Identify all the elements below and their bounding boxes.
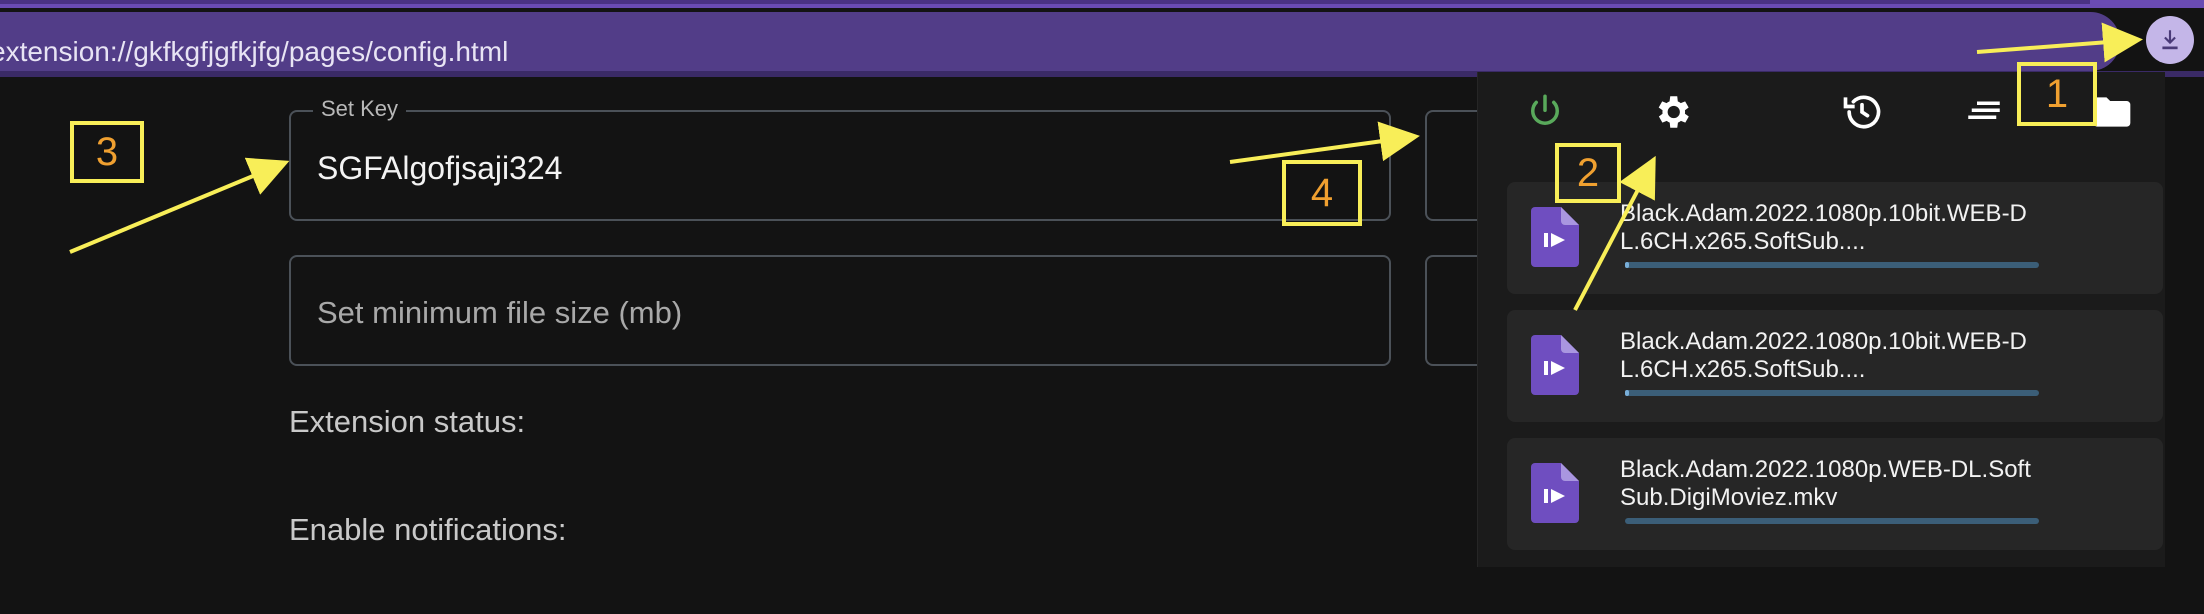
power-button[interactable]: [1521, 88, 1569, 136]
settings-button[interactable]: [1648, 88, 1696, 136]
download-filename: Black.Adam.2022.1080p.10bit.WEB-DL.6CH.x…: [1620, 200, 2027, 255]
secondary-field-bottom[interactable]: [1425, 255, 1485, 366]
download-button[interactable]: [2146, 16, 2194, 64]
download-progress-fill: [1625, 262, 1629, 268]
download-progress: [1625, 262, 2039, 268]
set-key-label: Set Key: [313, 96, 407, 122]
url-text[interactable]: extension://gkfkgfjgfkjfg/pages/config.h…: [0, 36, 508, 68]
download-filename: Black.Adam.2022.1080p.WEB-DL.SoftSub.Dig…: [1620, 456, 2031, 511]
download-icon: [2162, 30, 2178, 50]
list-icon: [1968, 101, 2000, 119]
set-key-input[interactable]: SGFAlgofjsaji324: [317, 150, 562, 187]
download-item[interactable]: Black.Adam.2022.1080p.10bit.WEB-DL.6CH.x…: [1507, 310, 2163, 422]
extension-status-label: Extension status:: [289, 404, 526, 439]
min-file-size-input[interactable]: Set minimum file size (mb): [317, 295, 682, 331]
annotation-callout-2: 2: [1555, 143, 1621, 203]
history-button[interactable]: [1838, 88, 1886, 136]
list-button[interactable]: [1960, 88, 2008, 136]
set-key-field[interactable]: Set Key SGFAlgofjsaji324: [289, 96, 1391, 221]
annotation-callout-3: 3: [70, 121, 144, 183]
notifications-label: Enable notifications:: [289, 512, 567, 547]
gear-icon: [1658, 96, 1689, 128]
address-bar[interactable]: extension://gkfkgfjgfkjfg/pages/config.h…: [0, 12, 2120, 71]
secondary-field-top[interactable]: [1425, 110, 1485, 221]
min-file-size-field[interactable]: Set minimum file size (mb): [289, 255, 1391, 366]
download-item[interactable]: Black.Adam.2022.1080p.WEB-DL.SoftSub.Dig…: [1507, 438, 2163, 550]
download-filename: Black.Adam.2022.1080p.10bit.WEB-DL.6CH.x…: [1620, 328, 2027, 383]
video-file-icon: [1531, 335, 1579, 395]
power-icon: [1531, 94, 1559, 125]
download-progress: [1625, 518, 2039, 524]
tab-strip: [0, 0, 2090, 4]
annotation-callout-4: 4: [1282, 160, 1362, 226]
annotation-callout-1: 1: [2017, 62, 2097, 126]
video-file-icon: [1531, 463, 1579, 523]
download-progress: [1625, 390, 2039, 396]
download-progress-fill: [1625, 390, 1629, 396]
history-icon: [1843, 95, 1881, 129]
video-file-icon: [1531, 207, 1579, 267]
